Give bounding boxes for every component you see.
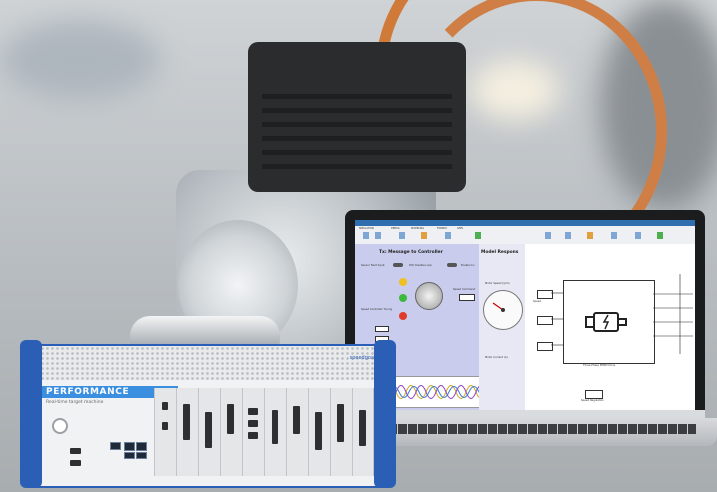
- io-module: [154, 388, 178, 476]
- laptop-bezel-bottom: [345, 410, 705, 418]
- usb-port[interactable]: [124, 452, 135, 459]
- laptop-keyboard: [388, 424, 696, 434]
- brand-logo: speedgoat: [349, 355, 376, 361]
- hdmi-port[interactable]: [70, 448, 81, 454]
- power-button-icon[interactable]: [52, 418, 68, 434]
- io-module: [242, 388, 266, 476]
- panel-title: Tx: Message to Controller: [379, 250, 443, 255]
- vent-grille: [30, 346, 390, 380]
- io-module: [330, 388, 354, 476]
- io-module: [308, 388, 332, 476]
- io-module: [286, 388, 310, 476]
- label: Speed Command: [453, 288, 476, 291]
- io-module: [220, 388, 244, 476]
- product-photo-scene: SIMULATION DEBUG MODELING FORMAT APPS Tx…: [0, 0, 717, 492]
- laptop-screen: SIMULATION DEBUG MODELING FORMAT APPS Tx…: [355, 220, 695, 412]
- io-module: [264, 388, 288, 476]
- status-lamp: [399, 278, 407, 286]
- simulink-canvas: Speed Three Phase PMSM Drive Speed Regul…: [525, 244, 695, 412]
- label: PCU Disable Loop: [409, 264, 432, 267]
- ethernet-port[interactable]: [136, 442, 147, 451]
- gauge-icon: [483, 290, 523, 330]
- target-machine: speedgoat PERFORMANCE Real-time target m…: [28, 344, 392, 488]
- status-lamp: [399, 294, 407, 302]
- response-panel: Model Respons Motor Speed (rpm) Motor Cu…: [479, 244, 525, 412]
- numeric-display: [459, 294, 475, 301]
- io-module: [352, 388, 374, 476]
- ethernet-port[interactable]: [124, 442, 135, 451]
- rack-handle-right[interactable]: [374, 340, 396, 488]
- panel-title: Model Respons: [481, 250, 519, 255]
- label: Speed Controller Tuning: [361, 308, 393, 311]
- product-subtitle: Real-time target machine: [46, 400, 104, 405]
- knob-icon[interactable]: [415, 282, 443, 310]
- io-module: [198, 388, 222, 476]
- label: Enable Inv: [461, 264, 475, 267]
- motor-terminal-box: [248, 42, 466, 192]
- display-port[interactable]: [70, 460, 81, 466]
- toggle-switch[interactable]: [393, 263, 403, 267]
- numeric-input[interactable]: [375, 326, 389, 332]
- label: Motor Current (A): [485, 356, 508, 359]
- usb-port[interactable]: [110, 442, 121, 450]
- toolstrip: SIMULATION DEBUG MODELING FORMAT APPS: [355, 220, 695, 245]
- bg-light: [0, 20, 160, 100]
- rack-handle-left[interactable]: [20, 340, 42, 488]
- label: Motor Speed (rpm): [485, 282, 510, 285]
- usb-port[interactable]: [136, 452, 147, 459]
- io-module: [176, 388, 200, 476]
- toggle-switch[interactable]: [447, 263, 457, 267]
- label: Sensor Fault Input: [361, 264, 385, 267]
- status-lamp: [399, 312, 407, 320]
- signal-lines: [551, 274, 693, 354]
